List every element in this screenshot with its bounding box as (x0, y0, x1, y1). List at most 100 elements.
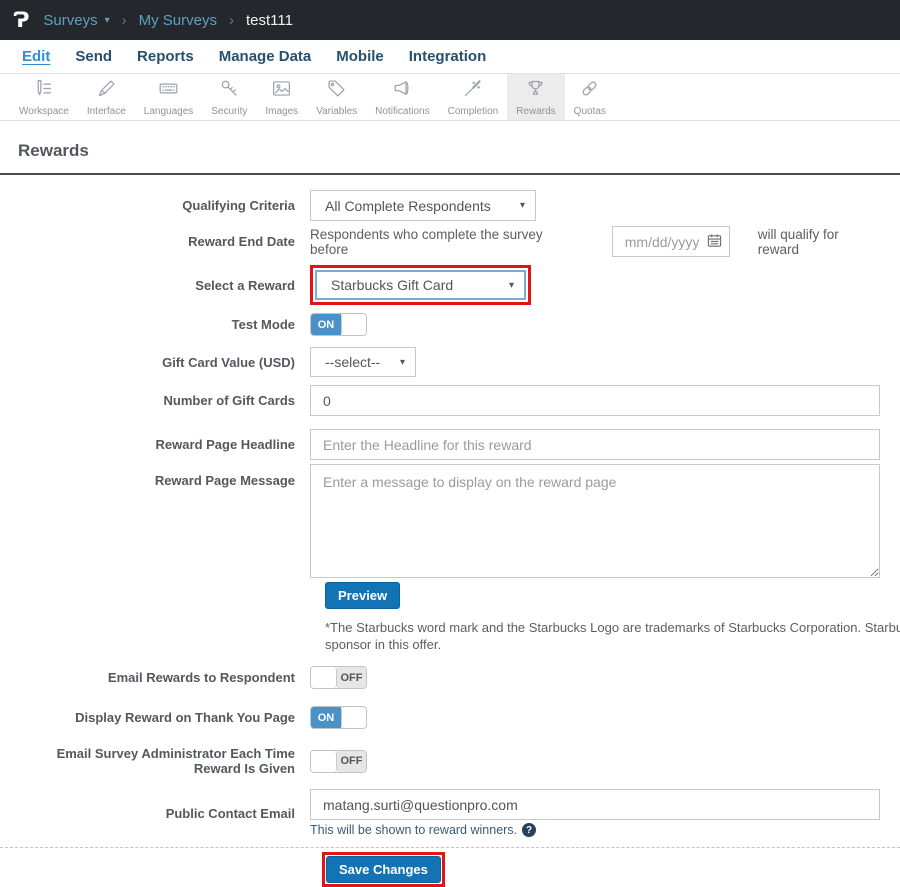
select-reward-select[interactable]: Starbucks Gift Card ▾ (315, 270, 526, 300)
qualifying-criteria-value: All Complete Respondents (325, 198, 491, 214)
calendar-icon[interactable] (707, 233, 722, 253)
reward-page-message-textarea[interactable] (310, 464, 880, 578)
row-reward-page-headline: Reward Page Headline (18, 429, 882, 460)
breadcrumb-survey-name: test111 (246, 12, 293, 29)
number-of-gift-cards-input[interactable] (310, 385, 880, 416)
email-rewards-label: Email Rewards to Respondent (18, 670, 310, 685)
toolbar-item-images[interactable]: Images (256, 74, 307, 120)
toolbar-item-label: Notifications (375, 106, 429, 117)
toggle-state-label: OFF (337, 667, 366, 688)
toolbar-item-notifications[interactable]: Notifications (366, 74, 438, 120)
chevron-down-icon: ▾ (105, 15, 110, 26)
breadcrumb-my-surveys[interactable]: My Surveys (139, 12, 217, 29)
disclaimer-line2: sponsor in this offer. (325, 636, 882, 653)
toolbar-item-label: Languages (144, 106, 194, 117)
megaphone-icon (392, 78, 413, 104)
contact-email-helper-text: This will be shown to reward winners. (310, 823, 517, 837)
row-email-admin: Email Survey Administrator Each Time Rew… (18, 746, 882, 776)
help-icon[interactable]: ? (522, 823, 536, 837)
starbucks-disclaimer: *The Starbucks word mark and the Starbuc… (325, 619, 882, 653)
end-date-suffix-text: will qualify for reward (758, 227, 882, 257)
toggle-handle (341, 707, 366, 728)
tab-manage-data[interactable]: Manage Data (219, 48, 312, 65)
tab-reports[interactable]: Reports (137, 48, 194, 65)
toolbar-item-label: Completion (448, 106, 499, 117)
toolbar-item-security[interactable]: Security (202, 74, 256, 120)
display-reward-toggle[interactable]: ON (310, 706, 367, 729)
email-admin-label: Email Survey Administrator Each Time Rew… (18, 746, 310, 776)
test-mode-label: Test Mode (18, 317, 310, 332)
toolbar-item-quotas[interactable]: Quotas (565, 74, 615, 120)
tab-mobile[interactable]: Mobile (336, 48, 384, 65)
row-gift-card-value: Gift Card Value (USD) --select-- ▾ (18, 347, 882, 377)
number-of-gift-cards-label: Number of Gift Cards (18, 393, 310, 408)
public-contact-email-label: Public Contact Email (18, 806, 310, 821)
qualifying-criteria-select[interactable]: All Complete Respondents ▾ (310, 190, 536, 221)
row-reward-end-date: Reward End Date Respondents who complete… (18, 226, 882, 257)
toolbar-item-label: Interface (87, 106, 126, 117)
toolbar-item-interface[interactable]: Interface (78, 74, 135, 120)
row-number-of-gift-cards: Number of Gift Cards (18, 385, 882, 416)
annotation-box-select-reward: Starbucks Gift Card ▾ (310, 265, 531, 305)
toolbar-item-label: Workspace (19, 106, 69, 117)
test-mode-toggle[interactable]: ON (310, 313, 367, 336)
row-display-reward: Display Reward on Thank You Page ON (18, 706, 882, 729)
select-reward-label: Select a Reward (18, 278, 310, 293)
row-preview: Preview (325, 582, 882, 609)
keyboard-icon (158, 78, 179, 104)
breadcrumb-surveys[interactable]: Surveys ▾ (43, 12, 109, 29)
toolbar-item-completion[interactable]: Completion (439, 74, 508, 120)
pen-icon (96, 78, 117, 104)
caret-down-icon: ▾ (509, 280, 514, 291)
questionpro-logo-icon[interactable]: Ɂ (13, 8, 29, 32)
email-admin-toggle[interactable]: OFF (310, 750, 367, 773)
image-icon (271, 78, 292, 104)
tag-icon (326, 78, 347, 104)
toolbar-item-workspace[interactable]: Workspace (10, 74, 78, 120)
public-contact-email-input[interactable] (310, 789, 880, 820)
toggle-state-label: ON (311, 707, 341, 728)
toolbar-item-rewards[interactable]: Rewards (507, 74, 564, 120)
gift-card-value-value: --select-- (325, 354, 380, 370)
row-public-contact-email: Public Contact Email This will be shown … (18, 789, 882, 837)
tab-integration[interactable]: Integration (409, 48, 487, 65)
contact-email-helper: This will be shown to reward winners. ? (310, 823, 536, 837)
reward-page-headline-label: Reward Page Headline (18, 437, 310, 452)
title-divider (0, 173, 900, 175)
email-rewards-toggle[interactable]: OFF (310, 666, 367, 689)
toolbar-item-label: Variables (316, 106, 357, 117)
toolbar-item-label: Images (265, 106, 298, 117)
breadcrumb-surveys-label: Surveys (43, 12, 97, 29)
toggle-handle (311, 751, 337, 772)
row-reward-page-message: Reward Page Message (18, 464, 882, 578)
row-qualifying-criteria: Qualifying Criteria All Complete Respond… (18, 190, 882, 221)
toolbar-item-variables[interactable]: Variables (307, 74, 366, 120)
annotation-box-save: Save Changes (322, 852, 445, 887)
gift-card-value-select[interactable]: --select-- ▾ (310, 347, 416, 377)
tab-edit[interactable]: Edit (22, 48, 50, 65)
row-test-mode: Test Mode ON (18, 313, 882, 336)
workspace-icon (33, 78, 54, 104)
top-bar: Ɂ Surveys ▾ › My Surveys › test111 (0, 0, 900, 40)
toggle-handle (341, 314, 366, 335)
toggle-state-label: OFF (337, 751, 366, 772)
magic-wand-icon (462, 78, 483, 104)
toolbar-item-label: Rewards (516, 106, 555, 117)
preview-button[interactable]: Preview (325, 582, 400, 609)
tab-send[interactable]: Send (75, 48, 112, 65)
disclaimer-line1: *The Starbucks word mark and the Starbuc… (325, 619, 882, 636)
breadcrumb-separator: › (122, 12, 127, 29)
select-reward-value: Starbucks Gift Card (331, 277, 453, 293)
chain-links-icon (579, 78, 600, 104)
row-select-reward: Select a Reward Starbucks Gift Card ▾ (18, 265, 882, 305)
display-reward-label: Display Reward on Thank You Page (18, 710, 310, 725)
caret-down-icon: ▾ (520, 200, 525, 211)
reward-page-headline-input[interactable] (310, 429, 880, 460)
row-save: Save Changes (322, 852, 882, 887)
save-changes-button[interactable]: Save Changes (326, 856, 441, 883)
edit-toolbar: Workspace Interface Languages Security I… (0, 74, 900, 121)
trophy-icon (525, 78, 546, 104)
toggle-handle (311, 667, 337, 688)
toggle-state-label: ON (311, 314, 341, 335)
toolbar-item-languages[interactable]: Languages (135, 74, 203, 120)
